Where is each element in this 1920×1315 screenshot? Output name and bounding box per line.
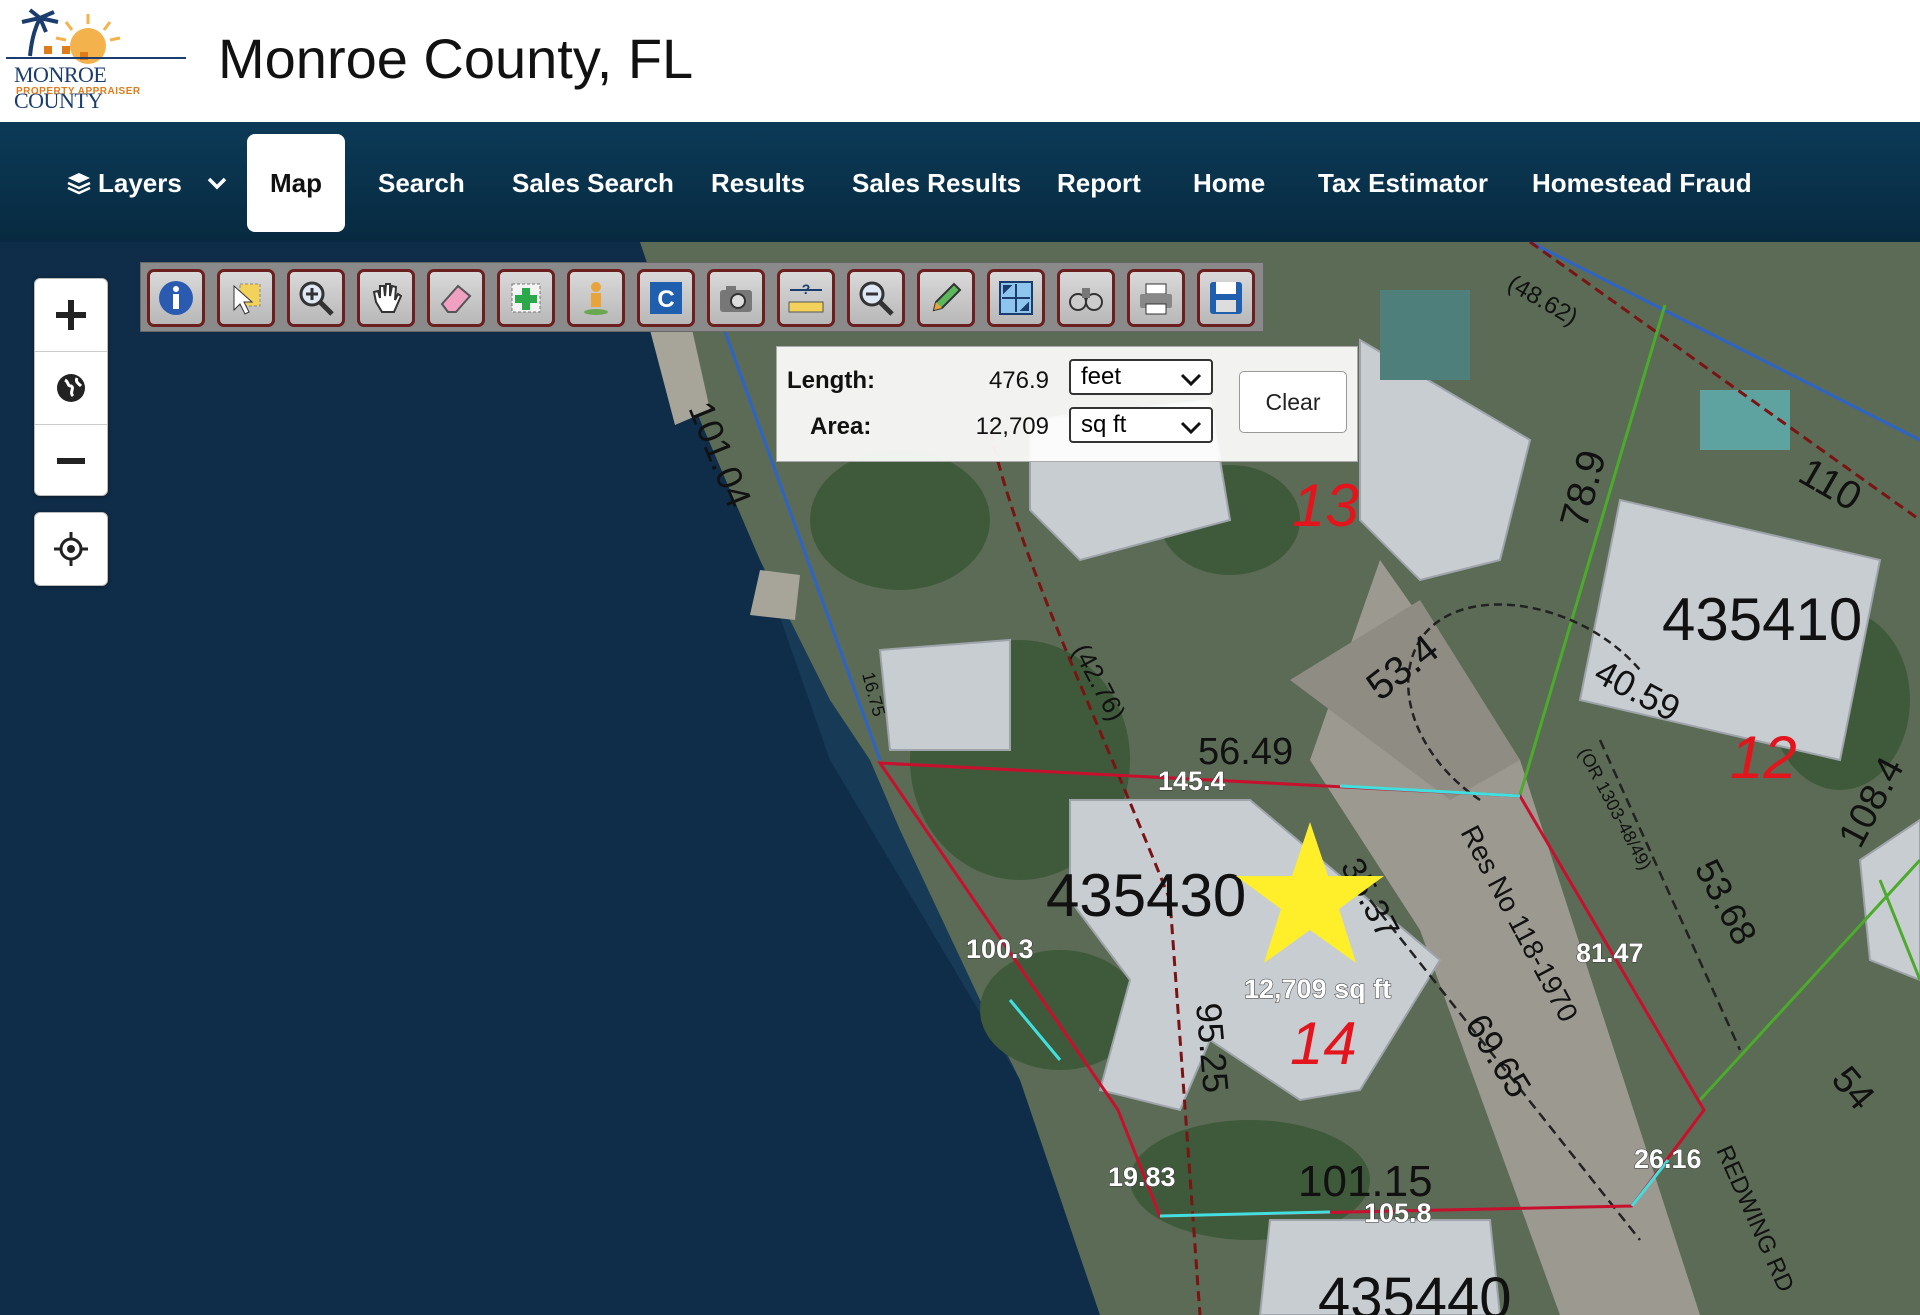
full-extent-button[interactable] bbox=[35, 352, 107, 425]
locate-control bbox=[34, 512, 108, 586]
camera-icon bbox=[720, 286, 752, 312]
full-extent-icon bbox=[999, 281, 1033, 315]
pan-hand-icon bbox=[372, 283, 403, 313]
full-extent-tool-button[interactable] bbox=[987, 269, 1045, 327]
layers-menu[interactable]: Layers bbox=[66, 134, 228, 232]
area-unit-value: sq ft bbox=[1081, 411, 1127, 438]
binoculars-icon bbox=[1069, 288, 1103, 311]
draw-tool-button[interactable] bbox=[917, 269, 975, 327]
locate-button[interactable] bbox=[35, 513, 107, 585]
length-label: Length: bbox=[787, 367, 875, 394]
county-logo[interactable]: MONROE COUNTY PROPERTY APPRAISER bbox=[0, 6, 192, 113]
globe-icon bbox=[57, 374, 85, 402]
layers-label: Layers bbox=[98, 168, 182, 198]
measure-icon: ? bbox=[788, 281, 824, 313]
length-unit-value: feet bbox=[1081, 363, 1122, 390]
nav-home[interactable]: Home bbox=[1193, 134, 1265, 232]
nav-search[interactable]: Search bbox=[378, 134, 465, 232]
print-icon bbox=[1140, 283, 1172, 315]
chevron-down-icon bbox=[1180, 373, 1202, 387]
svg-text:C: C bbox=[657, 286, 674, 313]
select-icon bbox=[233, 283, 261, 315]
measure-tool-button[interactable]: ? bbox=[777, 269, 835, 327]
nav-results[interactable]: Results bbox=[711, 134, 805, 232]
save-icon bbox=[1210, 282, 1242, 314]
zoom-in-tool-button[interactable] bbox=[287, 269, 345, 327]
street-view-tool-button[interactable] bbox=[567, 269, 625, 327]
crosshair-icon bbox=[54, 532, 88, 566]
measure-panel: Length: 476.9 feet Area: 12,709 sq ft Cl… bbox=[776, 346, 1358, 462]
chevron-down-icon bbox=[207, 177, 227, 190]
page-title: Monroe County, FL bbox=[218, 27, 694, 90]
pan-tool-button[interactable] bbox=[357, 269, 415, 327]
area-unit-select[interactable]: sq ft bbox=[1069, 407, 1213, 443]
add-selection-tool-button[interactable] bbox=[497, 269, 555, 327]
zoom-out-tool-icon bbox=[859, 281, 894, 316]
binoculars-tool-button[interactable] bbox=[1057, 269, 1115, 327]
minus-icon bbox=[57, 458, 85, 464]
camera-tool-button[interactable] bbox=[707, 269, 765, 327]
clear-button[interactable]: Clear bbox=[1239, 371, 1347, 433]
select-tool-button[interactable] bbox=[217, 269, 275, 327]
nav-sales-results[interactable]: Sales Results bbox=[852, 134, 1021, 232]
info-tool-button[interactable] bbox=[147, 269, 205, 327]
pencil-icon bbox=[932, 282, 962, 312]
nav-map[interactable]: Map bbox=[247, 134, 345, 232]
length-unit-select[interactable]: feet bbox=[1069, 359, 1213, 395]
zoom-in-button[interactable] bbox=[35, 279, 107, 352]
header: MONROE COUNTY PROPERTY APPRAISER Monroe … bbox=[0, 0, 1920, 124]
zoom-out-tool-button[interactable] bbox=[847, 269, 905, 327]
eraser-tool-button[interactable] bbox=[427, 269, 485, 327]
chevron-down-icon bbox=[1180, 421, 1202, 435]
nav-homestead-fraud[interactable]: Homestead Fraud bbox=[1532, 134, 1752, 232]
area-value: 12,709 bbox=[975, 413, 1049, 440]
save-tool-button[interactable] bbox=[1197, 269, 1255, 327]
nav-sales-search[interactable]: Sales Search bbox=[512, 134, 674, 232]
eraser-icon bbox=[440, 284, 472, 313]
area-label: Area: bbox=[810, 413, 872, 440]
c-tool-button[interactable]: C bbox=[637, 269, 695, 327]
street-view-icon bbox=[584, 282, 608, 315]
length-value: 476.9 bbox=[988, 367, 1049, 394]
print-tool-button[interactable] bbox=[1127, 269, 1185, 327]
nav-tax-estimator[interactable]: Tax Estimator bbox=[1318, 134, 1488, 232]
nav-report[interactable]: Report bbox=[1057, 134, 1141, 232]
add-selection-icon bbox=[511, 283, 541, 313]
map-toolbar: C ? bbox=[140, 262, 1264, 332]
info-icon bbox=[159, 281, 193, 315]
logo-subtitle: PROPERTY APPRAISER bbox=[16, 86, 141, 97]
zoom-out-button[interactable] bbox=[35, 425, 107, 497]
zoom-controls bbox=[34, 278, 108, 496]
c-tool-icon: C bbox=[650, 282, 682, 314]
zoom-in-tool-icon bbox=[299, 281, 334, 316]
layers-icon bbox=[67, 173, 91, 195]
plus-icon bbox=[56, 300, 86, 330]
